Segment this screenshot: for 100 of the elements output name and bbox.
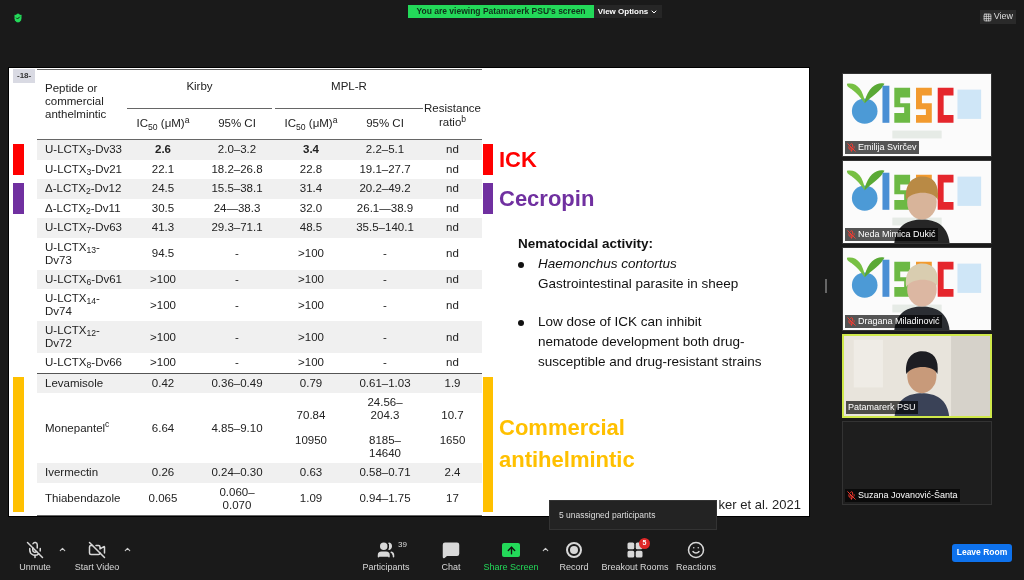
- cell-value: nd: [446, 330, 459, 344]
- column-header: 95% CI: [217, 116, 257, 132]
- toolbar-button[interactable]: Unmute: [12, 541, 58, 572]
- cell-value: 0.24–0.30: [211, 466, 263, 480]
- column-header: Resistance ratio$^{b}$: [423, 101, 482, 130]
- cell-value: 26.1—38.9: [356, 201, 414, 215]
- cell-value: 10950: [295, 434, 327, 447]
- cell-value: 0.060–0.070: [218, 485, 256, 512]
- participant-name: Patamarerk PSU: [848, 402, 916, 413]
- row-label: U-LCTX$_{8}$-Dv66: [44, 356, 123, 370]
- participant-count: 39: [398, 539, 407, 551]
- cell-value: 8185–14640: [368, 434, 402, 460]
- cell-value: nd: [446, 272, 459, 286]
- chat-bubble-icon: [442, 541, 460, 559]
- grid-icon: [982, 12, 992, 22]
- cell-value: 0.42: [151, 376, 175, 390]
- tooltip: 5 unassigned participants: [549, 500, 717, 530]
- cell-value: 24.5: [151, 182, 175, 196]
- cell-value: -: [235, 272, 239, 286]
- video-tile[interactable]: Dragana Miladinović: [842, 247, 992, 331]
- row-label: Δ-LCTX$_{2}$-Dv12: [44, 182, 123, 196]
- cell-value: nd: [446, 298, 459, 312]
- cell-value: nd: [446, 162, 459, 176]
- cell-value: -: [383, 247, 387, 260]
- cell-value: 2.2–5.1: [365, 143, 405, 157]
- column-header: Peptide or commercial anthelmintic: [44, 81, 108, 122]
- cell-value: 0.94–1.75: [359, 492, 411, 505]
- share-screen-icon: [502, 543, 520, 557]
- shield-icon[interactable]: [12, 12, 24, 24]
- row-label: Levamisole: [44, 376, 105, 390]
- cell-value: 0.36–0.49: [211, 376, 263, 390]
- row-label: U-LCTX$_{3}$-Dv33: [44, 143, 123, 157]
- view-button[interactable]: View: [979, 10, 1016, 24]
- toolbar-button[interactable]: Reactions: [674, 541, 718, 572]
- toolbar-button[interactable]: 39 Participants: [351, 541, 421, 572]
- cell-value: >100: [298, 272, 324, 286]
- column-header: 95% CI: [365, 116, 405, 132]
- cell-value: 2.4: [444, 466, 461, 480]
- cell-value: >100: [298, 330, 324, 344]
- toolbar-button[interactable]: Share Screen: [481, 541, 541, 572]
- cell-value: 18.2–26.8: [211, 162, 263, 176]
- menu-caret-icon[interactable]: [58, 545, 67, 554]
- group-label: ICK: [499, 145, 538, 174]
- view-options-button[interactable]: View Options: [594, 5, 662, 18]
- cell-value: 19.1–27.7: [359, 162, 411, 176]
- row-label: Monepantel$^{c}$: [44, 421, 111, 435]
- cell-value: nd: [446, 247, 459, 260]
- row-label: U-LCTX$_{12}$-Dv72: [44, 324, 101, 350]
- bullet-text: Low dose of ICK can inhibit nematode development both drug-susceptible and drug-resistant strains: [538, 313, 762, 371]
- bullet-title: Haemonchus contortus: [538, 255, 678, 273]
- cell-value: >100: [298, 298, 324, 312]
- cell-value: 24.56–204.3: [366, 396, 404, 422]
- cell-value: -: [235, 330, 239, 344]
- resize-handle[interactable]: [825, 279, 827, 293]
- cell-value: 22.1: [151, 162, 175, 176]
- menu-caret-icon[interactable]: [123, 545, 132, 554]
- row-label: Δ-LCTX$_{2}$-Dv11: [44, 201, 122, 215]
- cell-value: -: [383, 356, 387, 370]
- cell-value: 1.9: [444, 376, 461, 390]
- bullet-icon: [518, 262, 524, 268]
- cell-value: nd: [446, 143, 459, 157]
- leave-button[interactable]: Leave Room: [952, 543, 1012, 562]
- cell-value: 0.61–1.03: [359, 376, 411, 390]
- cell-value: 32.0: [299, 201, 323, 215]
- cell-value: -: [235, 356, 239, 370]
- cell-value: nd: [446, 182, 459, 196]
- video-tile[interactable]: Emilija Svirčev: [842, 73, 992, 157]
- column-header: IC$_{50}$ (μM)$^{a}$: [135, 115, 191, 133]
- cell-value: 1650: [439, 434, 466, 447]
- cell-value: -: [383, 272, 387, 286]
- toolbar-button[interactable]: Chat: [421, 541, 481, 572]
- cell-value: 22.8: [299, 162, 323, 176]
- toolbar-button[interactable]: Record: [552, 541, 596, 572]
- column-group-header: Kirby: [127, 70, 272, 109]
- record-icon: [566, 542, 582, 558]
- menu-caret-icon[interactable]: [541, 545, 550, 554]
- cell-value: 4.85–9.10: [211, 421, 263, 435]
- cell-value: 70.84: [296, 409, 326, 422]
- group-label: Cecropin: [499, 184, 596, 213]
- toolbar-button[interactable]: Start Video: [71, 541, 123, 572]
- cell-value: 2.6: [155, 143, 171, 157]
- row-label: Thiabendazole: [44, 492, 122, 505]
- cell-value: 1.09: [299, 492, 323, 505]
- row-label: U-LCTX$_{14}$-Dv74: [44, 292, 101, 318]
- participant-name: Dragana Miladinović: [858, 316, 940, 327]
- video-tile[interactable]: Neda Mimica Dukić: [842, 160, 992, 244]
- cell-value: 35.5–140.1: [356, 221, 414, 235]
- cell-value: 30.5: [151, 201, 175, 215]
- participant-name: Emilija Svirčev: [858, 142, 917, 153]
- cell-value: 0.79: [299, 376, 323, 390]
- video-tile[interactable]: Suzana Jovanović-Šanta: [842, 421, 992, 505]
- video-tile[interactable]: Patamarerk PSU: [842, 334, 992, 418]
- cell-value: >100: [298, 247, 324, 260]
- citation: ker et al. 2021: [718, 495, 801, 514]
- people-icon: [377, 541, 395, 559]
- participant-name: Neda Mimica Dukić: [858, 229, 936, 240]
- cell-value: -: [235, 247, 239, 260]
- cell-value: 41.3: [151, 221, 175, 235]
- cell-value: 0.63: [299, 466, 323, 480]
- page-label: -18-: [13, 69, 36, 83]
